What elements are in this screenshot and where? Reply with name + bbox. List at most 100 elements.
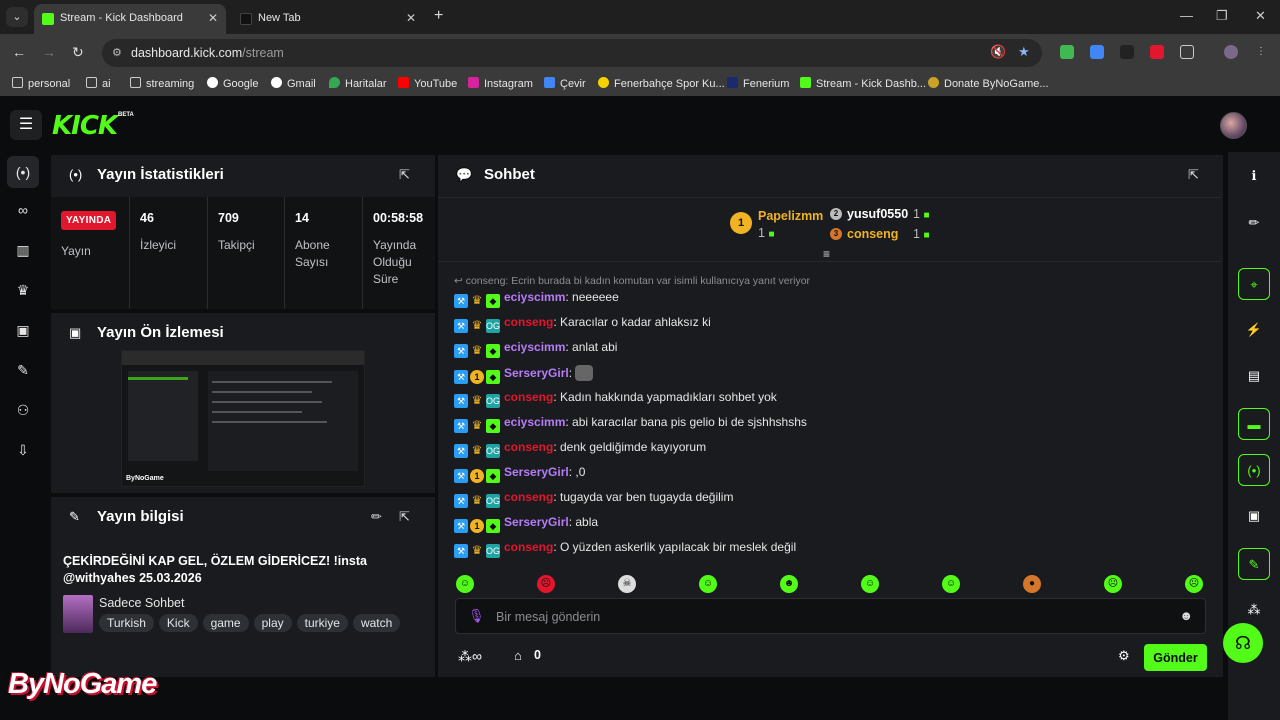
bookmark-kick-dashboard[interactable]: Stream - Kick Dashb... [800,77,926,90]
broadcast-icon[interactable]: (•) [1238,454,1270,486]
leader-name[interactable]: conseng [847,227,898,241]
help-headset-icon[interactable]: ☊ [1223,623,1263,663]
chat-username[interactable]: SerseryGirl [504,366,569,380]
menu-hamburger-icon[interactable]: ☰ [10,110,42,140]
bookmark-youtube[interactable]: YouTube [398,77,457,90]
kick-logo[interactable]: KICK [52,111,118,141]
chat-bubble-icon[interactable]: ▬ [1238,408,1270,440]
user-avatar[interactable] [1220,112,1247,139]
chat-username[interactable]: eciyscimm [504,340,565,354]
emote-angel-icon[interactable]: ☺ [456,575,474,593]
stream-preview-thumbnail[interactable]: ByNoGame [121,350,365,487]
emote-sad-icon[interactable]: ☹ [1104,575,1122,593]
forward-arrow-icon[interactable]: → [42,44,56,60]
emote-angry-icon[interactable]: ☹ [537,575,555,593]
edit-pencil-icon[interactable]: ✏ [371,509,382,525]
channel-points-icon[interactable]: ⁂∞ [458,648,482,665]
extension-icon[interactable] [1120,45,1134,59]
emote-smile-icon[interactable]: ☺ [942,575,960,593]
trophy-icon[interactable]: ♛ [7,274,39,306]
chat-username[interactable]: eciyscimm [504,415,565,429]
bookmark-streaming[interactable]: streaming [130,77,194,90]
emote-clown-icon[interactable]: ☻ [780,575,798,593]
tab-new-tab[interactable]: New Tab ✕ [232,4,424,34]
extensions-puzzle-icon[interactable] [1180,45,1194,59]
shield-extension-icon[interactable] [1060,45,1074,59]
close-tab-icon[interactable]: ✕ [208,11,218,25]
tag-chip[interactable]: game [202,614,249,632]
collapse-leaderboard-icon[interactable]: ≡ [823,247,830,261]
translate-extension-icon[interactable] [1090,45,1104,59]
chat-settings-gear-icon[interactable]: ⚙ [1118,648,1130,664]
back-arrow-icon[interactable]: ← [12,44,26,60]
chat-username[interactable]: conseng [504,490,553,504]
bookmark-instagram[interactable]: Instagram [468,77,533,90]
mute-tab-icon[interactable]: 🔇 [990,44,1006,60]
tab-kick-dashboard[interactable]: Stream - Kick Dashboard ✕ [34,4,226,34]
new-tab-plus-icon[interactable]: + [434,7,443,25]
tag-chip[interactable]: turkiye [296,614,348,632]
info-icon[interactable]: ℹ [1238,160,1270,192]
analytics-chart-icon[interactable]: ▥ [7,234,39,266]
restore-icon[interactable]: ❐ [1216,8,1228,24]
tag-chip[interactable]: Turkish [99,614,154,632]
browser-menu-icon[interactable]: ⋮ [1254,45,1268,59]
bookmark-personal[interactable]: personal [12,77,70,90]
edit-pencil-icon[interactable]: ✏ [1238,207,1270,239]
chat-username[interactable]: conseng [504,315,553,329]
site-info-icon[interactable]: ⚙ [112,46,122,59]
microphone-icon[interactable]: 🎙 [468,608,485,624]
profile-icon[interactable] [1224,45,1238,59]
bookmark-star-icon[interactable]: ★ [1018,44,1030,60]
wrench-icon[interactable]: ✎ [7,354,39,386]
emote-sick-icon[interactable]: ☹ [1185,575,1203,593]
bookmark-bynogame[interactable]: Donate ByNoGame... [928,77,1049,90]
stream-broadcast-icon[interactable]: (•) [7,156,39,188]
tag-chip[interactable]: Kick [158,614,198,632]
popout-icon[interactable]: ⇱ [1188,167,1199,183]
bookmark-fenerium[interactable]: Fenerium [727,77,789,90]
emote-burger-icon[interactable]: ● [1023,575,1041,593]
close-tab-icon[interactable]: ✕ [406,11,416,25]
payout-icon[interactable]: ⇩ [7,434,39,466]
screenshot-capture-icon[interactable]: ⌖ [1238,268,1270,300]
chat-username[interactable]: conseng [504,440,553,454]
bookmark-translate[interactable]: Çevir [544,77,586,90]
leader-name[interactable]: Papelizmm [758,209,823,223]
bookmark-fenerbahce[interactable]: Fenerbahçe Spor Ku... [598,77,725,90]
bookmark-maps[interactable]: Haritalar [329,77,387,90]
link-icon[interactable]: ∞ [7,194,39,226]
video-extension-icon[interactable] [1150,45,1164,59]
emote-happy-icon[interactable]: ☺ [861,575,879,593]
chat-message-input[interactable] [496,607,1156,627]
leader-name[interactable]: yusuf0550 [847,207,908,221]
category-name[interactable]: Sadece Sohbet [99,596,185,610]
wrench-icon[interactable]: ✎ [1238,548,1270,580]
bookmark-gmail[interactable]: Gmail [271,77,316,90]
popout-icon[interactable]: ⇱ [399,167,410,183]
minimize-icon[interactable]: — [1180,8,1193,23]
omnibox[interactable]: ⚙ dashboard.kick.com/stream 🔇 ★ [102,39,1042,67]
url-text[interactable]: dashboard.kick.com/stream [131,46,284,60]
tab-search-button[interactable]: ⌄ [6,7,28,27]
emote-smirk-icon[interactable]: ☺ [699,575,717,593]
video-library-icon[interactable]: ▣ [7,314,39,346]
send-button[interactable]: Gönder [1144,644,1207,671]
emote-skull-icon[interactable]: ☠ [618,575,636,593]
chat-username[interactable]: conseng [504,540,553,554]
popout-icon[interactable]: ⇱ [399,509,410,525]
bookmark-google[interactable]: Google [207,77,258,90]
chat-username[interactable]: SerseryGirl [504,465,569,479]
chat-username[interactable]: conseng [504,390,553,404]
tag-chip[interactable]: watch [352,614,401,632]
video-camera-icon[interactable]: ▣ [1238,500,1270,532]
reload-icon[interactable]: ↻ [72,44,84,61]
points-dots-icon[interactable]: ⁂ [1238,594,1270,626]
chat-username[interactable]: eciyscimm [504,290,565,304]
chat-username[interactable]: SerseryGirl [504,515,569,529]
community-users-icon[interactable]: ⚇ [7,394,39,426]
close-window-icon[interactable]: ✕ [1255,8,1266,24]
lightning-icon[interactable]: ⚡ [1238,314,1270,346]
bookmark-ai[interactable]: ai [86,77,111,90]
emoji-picker-icon[interactable]: ☻ [1179,608,1193,623]
